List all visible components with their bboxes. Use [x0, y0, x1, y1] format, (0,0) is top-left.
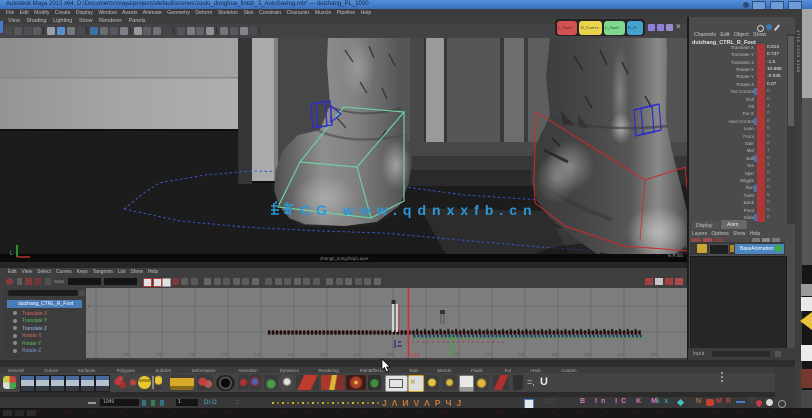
- svg-text:190: 190: [584, 352, 592, 357]
- svg-text:185: 185: [551, 352, 559, 357]
- svg-text:130: 130: [188, 352, 196, 357]
- svg-text:145: 145: [287, 352, 295, 357]
- svg-text:180: 180: [518, 352, 526, 357]
- svg-text:155: 155: [353, 352, 361, 357]
- svg-text:140: 140: [254, 352, 262, 357]
- svg-text:160: 160: [386, 352, 394, 357]
- svg-text:175: 175: [485, 352, 493, 357]
- svg-text:124: 124: [411, 353, 420, 358]
- svg-text:170: 170: [452, 352, 460, 357]
- svg-text:150: 150: [320, 352, 328, 357]
- svg-text:200: 200: [650, 352, 658, 357]
- svg-text:135: 135: [221, 352, 229, 357]
- svg-text:zhengti_kongzhiqi:Layer: zhengti_kongzhiqi:Layer: [320, 256, 369, 261]
- svg-text:125: 125: [155, 352, 163, 357]
- svg-text:120: 120: [122, 352, 130, 357]
- svg-text:N R BG: N R BG: [668, 253, 684, 258]
- svg-text:195: 195: [617, 352, 625, 357]
- svg-text:CG www.qdnxxfb.cn: CG www.qdnxxfb.cn: [300, 202, 538, 218]
